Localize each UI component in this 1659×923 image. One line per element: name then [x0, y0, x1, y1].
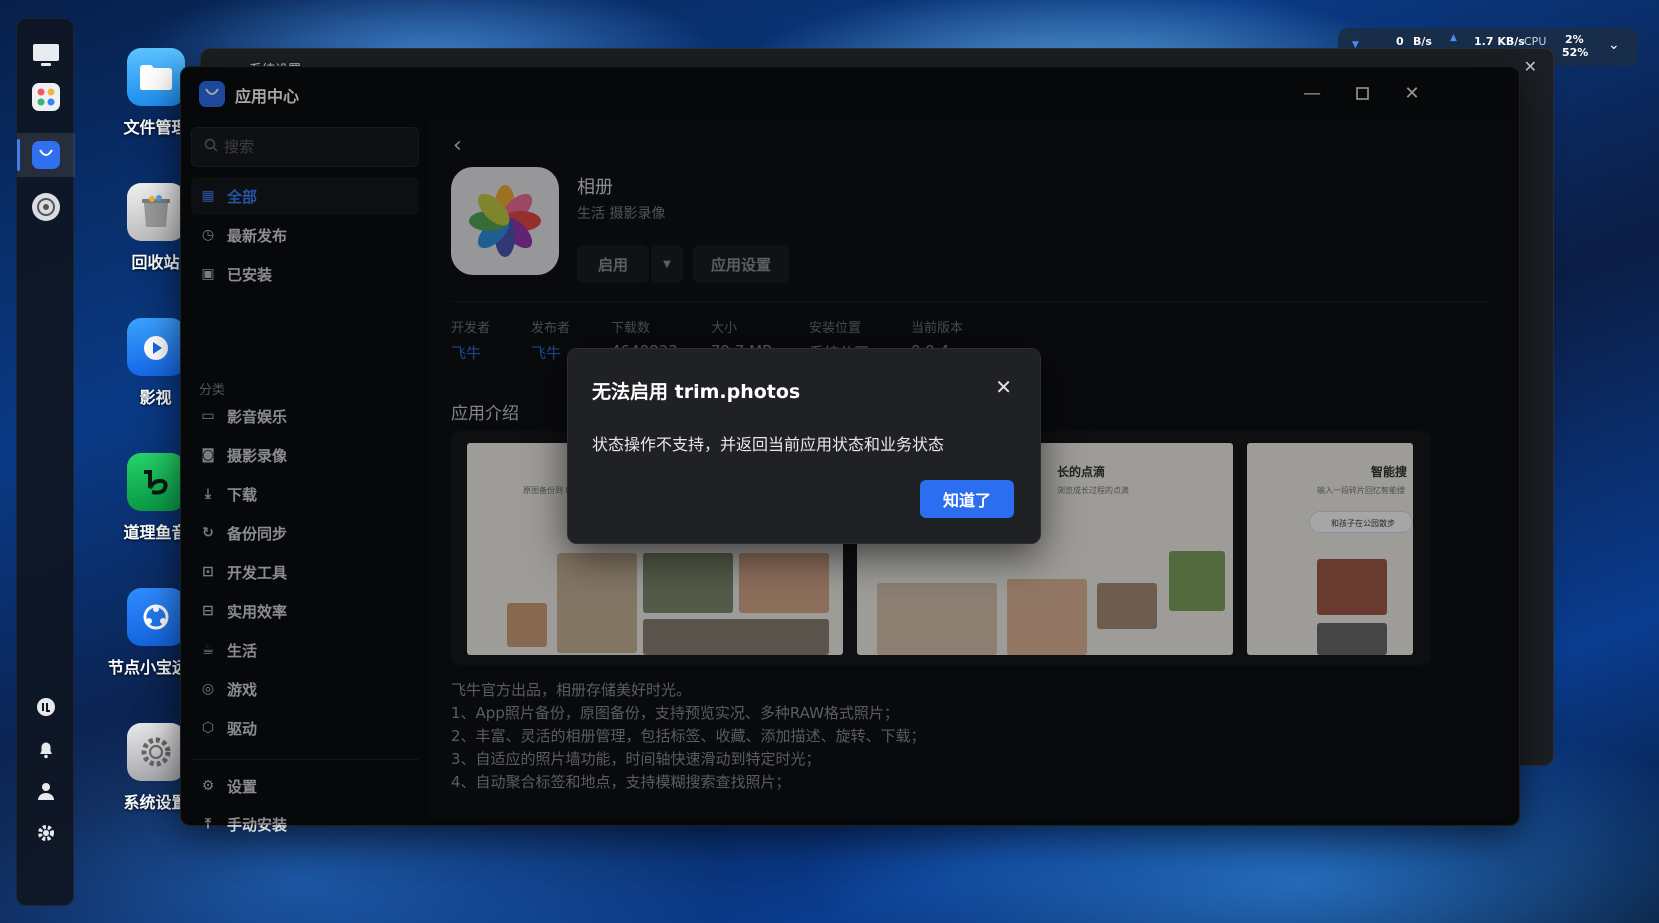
system-settings-icon[interactable] [17, 185, 75, 229]
trash-icon [126, 183, 185, 241]
apps-grid-icon[interactable] [17, 75, 75, 119]
dialog-message: 状态操作不支持，并返回当前应用状态和业务状态 [592, 435, 945, 454]
folder-icon [126, 48, 185, 106]
cpu-value: 2% [1565, 33, 1584, 46]
left-dock [16, 18, 75, 906]
error-dialog: 无法启用 trim.photos ✕ 状态操作不支持，并返回当前应用状态和业务状… [567, 348, 1041, 544]
monitor-icon[interactable] [17, 33, 75, 77]
upload-arrow-icon: ▲ [1450, 33, 1457, 43]
bell-icon[interactable] [17, 727, 75, 771]
app-center-icon[interactable] [17, 133, 75, 177]
update-icon[interactable] [17, 685, 75, 729]
settings-gear-icon [126, 723, 185, 781]
close-icon[interactable]: ✕ [995, 375, 1012, 399]
video-play-icon [126, 318, 185, 376]
music-note-icon [126, 453, 185, 511]
upload-rate: 1.7 KB/s [1474, 35, 1525, 48]
memory-value: 52% [1562, 46, 1589, 59]
chevron-down-icon[interactable]: ⌄ [1608, 37, 1620, 53]
user-icon[interactable] [17, 769, 75, 813]
download-rate: 0 [1396, 35, 1404, 48]
cpu-label: CPU [1524, 35, 1547, 48]
gear-icon[interactable] [17, 811, 75, 855]
ok-button[interactable]: 知道了 [920, 480, 1014, 518]
dialog-title: 无法启用 trim.photos [592, 381, 801, 403]
close-icon[interactable]: ✕ [1524, 57, 1537, 76]
download-unit: B/s [1413, 35, 1432, 48]
network-node-icon [126, 588, 185, 646]
